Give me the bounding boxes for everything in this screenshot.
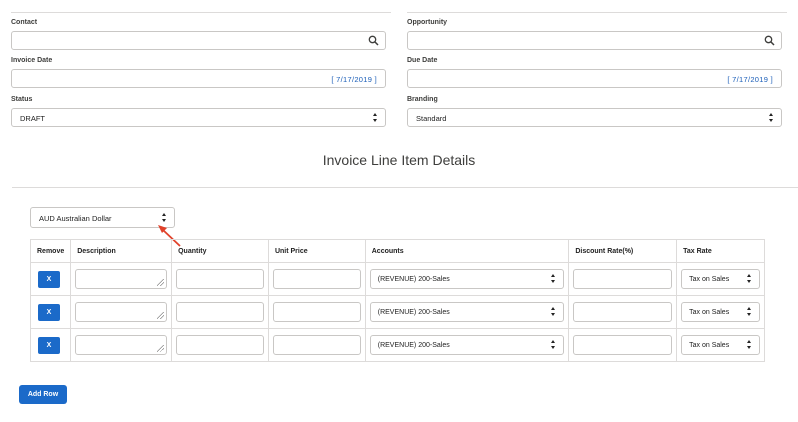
section-title: Invoice Line Item Details (322, 152, 476, 168)
description-textarea[interactable] (75, 302, 168, 322)
table-header-row: Remove Description Quantity Unit Price A… (29, 239, 765, 263)
remove-row-button[interactable]: X (38, 270, 60, 288)
select-arrows-icon (551, 339, 557, 351)
invoice-date-label: Invoice Date (11, 57, 53, 64)
quantity-input[interactable] (176, 269, 264, 289)
column-header: Accounts (364, 239, 570, 263)
currency-value: AUD Australian Dollar (39, 214, 112, 223)
branding-label: Branding (407, 96, 438, 103)
quantity-input[interactable] (176, 335, 264, 355)
description-textarea[interactable] (75, 269, 168, 289)
select-arrows-icon (551, 306, 557, 318)
select-arrows-icon (769, 112, 775, 124)
resize-grip-icon[interactable] (157, 345, 165, 352)
add-row-button[interactable]: Add Row (19, 385, 67, 404)
column-header: Discount Rate(%) (568, 239, 678, 263)
resize-grip-icon[interactable] (157, 312, 165, 319)
opportunity-lookup-input[interactable] (407, 31, 782, 50)
unit-price-input[interactable] (272, 335, 361, 355)
branding-value: Standard (416, 114, 447, 123)
account-select[interactable]: (REVENUE) 200-Sales (369, 269, 565, 289)
select-arrows-icon (747, 339, 753, 351)
table-row: X (REVENUE) 200-Sales Tax on Sales (29, 295, 765, 329)
select-arrows-icon (747, 306, 753, 318)
select-arrows-icon (373, 112, 379, 124)
remove-row-button[interactable]: X (38, 303, 60, 321)
line-items-table: Remove Description Quantity Unit Price A… (29, 239, 765, 362)
column-header: Unit Price (267, 239, 366, 263)
contact-label: Contact (11, 19, 38, 26)
invoice-date-value: [ 7/17/2019 ] (331, 75, 377, 84)
column-header: Remove (29, 239, 72, 263)
table-row: X (REVENUE) 200-Sales Tax on Sales (29, 262, 765, 296)
table-row: X (REVENUE) 200-Sales Tax on Sales (29, 328, 765, 362)
due-date-label: Due Date (407, 57, 438, 64)
status-label: Status (11, 96, 33, 103)
account-select[interactable]: (REVENUE) 200-Sales (369, 335, 565, 355)
top-divider-left (11, 12, 391, 13)
column-header: Description (70, 239, 173, 263)
account-select[interactable]: (REVENUE) 200-Sales (369, 302, 565, 322)
unit-price-input[interactable] (272, 302, 361, 322)
status-value: DRAFT (20, 114, 45, 123)
select-arrows-icon (747, 273, 753, 285)
quantity-input[interactable] (176, 302, 264, 322)
description-textarea[interactable] (75, 335, 168, 355)
search-icon[interactable] (368, 35, 379, 46)
remove-row-button[interactable]: X (38, 336, 60, 354)
invoice-date-input[interactable]: [ 7/17/2019 ] (11, 69, 386, 88)
discount-rate-input[interactable] (573, 269, 673, 289)
tax-rate-select[interactable]: Tax on Sales (681, 302, 760, 322)
unit-price-input[interactable] (272, 269, 361, 289)
search-icon[interactable] (764, 35, 775, 46)
resize-grip-icon[interactable] (157, 279, 165, 286)
top-divider-right (407, 12, 787, 13)
due-date-input[interactable]: [ 7/17/2019 ] (407, 69, 782, 88)
branding-select[interactable]: Standard (407, 108, 782, 127)
contact-lookup-input[interactable] (11, 31, 386, 50)
status-select[interactable]: DRAFT (11, 108, 386, 127)
column-header: Quantity (171, 239, 269, 263)
due-date-value: [ 7/17/2019 ] (727, 75, 773, 84)
select-arrows-icon (551, 273, 557, 285)
column-header: Tax Rate (676, 239, 765, 263)
discount-rate-input[interactable] (573, 335, 673, 355)
tax-rate-select[interactable]: Tax on Sales (681, 335, 760, 355)
discount-rate-input[interactable] (573, 302, 673, 322)
tax-rate-select[interactable]: Tax on Sales (681, 269, 760, 289)
opportunity-label: Opportunity (407, 19, 448, 26)
